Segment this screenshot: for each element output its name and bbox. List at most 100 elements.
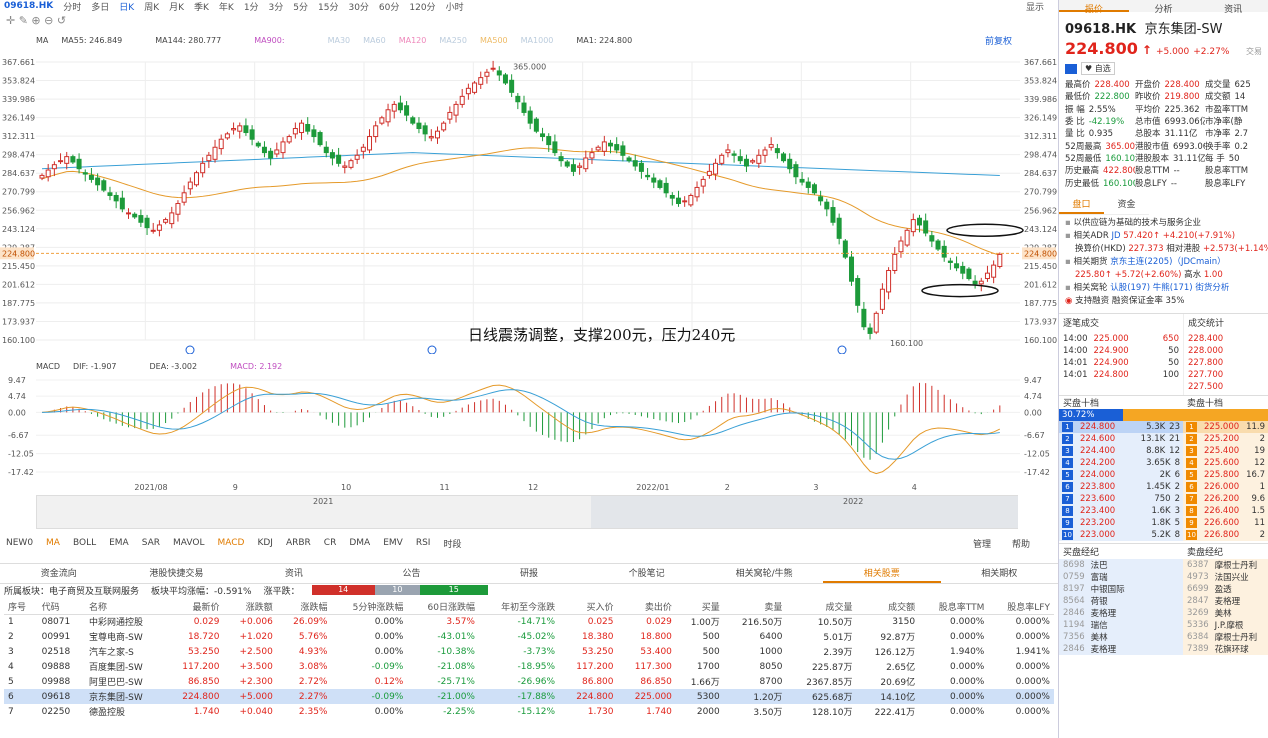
broker-row[interactable]: 7389 花旗环球 [1183, 643, 1268, 655]
col-header-15[interactable]: 股息率TTM [919, 600, 989, 615]
period-2[interactable]: 日K [119, 3, 134, 13]
ask-row[interactable]: 6 226.000 1 [1183, 481, 1268, 493]
bottom-tab-7[interactable]: 相关股票 [822, 564, 941, 583]
sell-broker-list[interactable]: 6387 摩根士丹利 4973 法国兴业 6699 盈透 2847 麦格理 3269 美林 5336… [1183, 558, 1268, 655]
indicator-8[interactable]: ARBR [286, 538, 311, 548]
indicator-10[interactable]: DMA [349, 538, 370, 548]
crosshair-tool-icon[interactable]: ✛ ✎ ⊕ ⊖ ↺ [6, 14, 66, 27]
quote-tab-0[interactable]: 报价 [1059, 0, 1129, 15]
col-header-3[interactable]: 最新价 [165, 600, 224, 615]
watchlist-button[interactable]: ♥ 自选 [1081, 62, 1115, 75]
bottom-tab-5[interactable]: 个股笔记 [588, 564, 706, 583]
ask-row[interactable]: 8 226.400 1.5 [1183, 505, 1268, 517]
sector-label[interactable]: 所属板块：电子商贸及互联网服务 [4, 584, 139, 597]
trade-button[interactable]: 交易 [1246, 46, 1262, 57]
col-header-2[interactable]: 名称 [84, 600, 166, 615]
bid-row[interactable]: 10 223.000 5.2K 8 [1059, 529, 1183, 541]
bid-row[interactable]: 4 224.200 3.65K 8 [1059, 457, 1183, 469]
indicator-12[interactable]: RSI [416, 538, 431, 548]
bottom-tab-0[interactable]: 资金流向 [0, 564, 118, 583]
table-row[interactable]: 1 08071 中彩网通控股 0.029 +0.006 26.09% 0.00% 3.57% -… [4, 614, 1054, 629]
broker-row[interactable]: 1194 瑞信 [1059, 619, 1183, 631]
indicator-tool-1[interactable]: 帮助 [1012, 537, 1030, 550]
macd-label[interactable]: MACD [36, 362, 60, 371]
broker-row[interactable]: 8564 荷银 [1059, 595, 1183, 607]
table-row[interactable]: 3 02518 汽车之家-S 53.250 +2.500 4.93% 0.00% -10.38… [4, 644, 1054, 659]
bottom-tab-2[interactable]: 资讯 [235, 564, 353, 583]
col-header-12[interactable]: 卖量 [723, 600, 787, 615]
bottom-tab-6[interactable]: 相关窝轮/牛熊 [705, 564, 823, 583]
broker-row[interactable]: 8197 中银国际 [1059, 583, 1183, 595]
macd-chart[interactable]: 9.47 9.47 4.74 4.74 0.00 0.00 -6.67 -6.67 -12.05… [0, 372, 1058, 482]
adr-code[interactable]: JD [1111, 231, 1120, 241]
broker-row[interactable]: 4973 法国兴业 [1183, 571, 1268, 583]
broker-row[interactable]: 0759 富瑞 [1059, 571, 1183, 583]
indicator-5[interactable]: MAVOL [173, 538, 204, 548]
broker-row[interactable]: 7356 美林 [1059, 631, 1183, 643]
cbbc-link[interactable]: 牛熊(171) [1153, 283, 1193, 293]
indicator-2[interactable]: BOLL [73, 538, 96, 548]
period-1[interactable]: 多日 [91, 3, 109, 13]
ask-row[interactable]: 3 225.400 19 [1183, 445, 1268, 457]
period-13[interactable]: 120分 [409, 3, 435, 13]
tick-list[interactable]: 14:00 225.000 650 14:00 224.900 50 14:01 224.90… [1063, 333, 1179, 381]
period-7[interactable]: 1分 [244, 3, 259, 13]
period-10[interactable]: 15分 [318, 3, 338, 13]
indicator-11[interactable]: EMV [383, 538, 403, 548]
ask-row[interactable]: 5 225.800 16.7 [1183, 469, 1268, 481]
buy-broker-list[interactable]: 8698 法巴 0759 富瑞 8197 中银国际 8564 荷银 2846 麦格理 1194 瑞信 7… [1059, 558, 1183, 655]
quote-tab-1[interactable]: 分析 [1129, 0, 1199, 15]
period-3[interactable]: 周K [144, 3, 159, 13]
broker-row[interactable]: 6387 摩根士丹利 [1183, 559, 1268, 571]
broker-row[interactable]: 2846 麦格理 [1059, 607, 1183, 619]
period-0[interactable]: 分时 [63, 3, 81, 13]
bid-row[interactable]: 3 224.400 8.8K 12 [1059, 445, 1183, 457]
broker-row[interactable]: 3269 美林 [1183, 607, 1268, 619]
period-9[interactable]: 5分 [293, 3, 308, 13]
bid-row[interactable]: 9 223.200 1.8K 5 [1059, 517, 1183, 529]
col-header-7[interactable]: 60日涨跌幅 [407, 600, 479, 615]
period-4[interactable]: 月K [169, 3, 184, 13]
col-header-6[interactable]: 5分钟涨跌幅 [331, 600, 408, 615]
indicator-4[interactable]: SAR [142, 538, 160, 548]
col-header-1[interactable]: 代码 [37, 600, 85, 615]
col-header-0[interactable]: 序号 [4, 600, 38, 615]
indicator-9[interactable]: CR [324, 538, 337, 548]
ask-row[interactable]: 10 226.800 2 [1183, 529, 1268, 541]
ask-row[interactable]: 1 225.000 11.9 [1183, 420, 1268, 433]
period-8[interactable]: 3分 [269, 3, 284, 13]
col-header-5[interactable]: 涨跌幅 [276, 600, 332, 615]
indicator-3[interactable]: EMA [109, 538, 129, 548]
bid-row[interactable]: 5 224.000 2K 6 [1059, 469, 1183, 481]
bid-row[interactable]: 7 223.600 750 2 [1059, 493, 1183, 505]
period-6[interactable]: 年K [219, 3, 234, 13]
ask-row[interactable]: 9 226.600 11 [1183, 517, 1268, 529]
broker-row[interactable]: 6384 摩根士丹利 [1183, 631, 1268, 643]
col-header-9[interactable]: 买入价 [559, 600, 618, 615]
bid-row[interactable]: 6 223.800 1.45K 2 [1059, 481, 1183, 493]
col-header-10[interactable]: 卖出价 [617, 600, 676, 615]
col-header-16[interactable]: 股息率LFY [988, 600, 1054, 615]
bid-row[interactable]: 8 223.400 1.6K 3 [1059, 505, 1183, 517]
col-header-11[interactable]: 买量 [675, 600, 724, 615]
call-warrants-link[interactable]: 认股(197) [1110, 283, 1150, 293]
ask-row[interactable]: 4 225.600 12 [1183, 457, 1268, 469]
table-row[interactable]: 5 09988 阿里巴巴-SW 86.850 +2.300 2.72% 0.12% -25.7… [4, 674, 1054, 689]
broker-row[interactable]: 2847 麦格理 [1183, 595, 1268, 607]
ask-list[interactable]: 1 225.000 11.9 2 225.200 2 3 225.400 19 4 225.600 1… [1183, 420, 1268, 541]
col-header-14[interactable]: 成交额 [856, 600, 920, 615]
overview-window[interactable] [591, 496, 1018, 528]
quote-subtab-0[interactable]: 盘口 [1059, 195, 1104, 214]
indicator-6[interactable]: MACD [217, 538, 244, 548]
candlestick-chart[interactable]: 367.661 367.661 353.824 353.824 339.986 339.9… [0, 44, 1058, 354]
col-header-13[interactable]: 成交量 [786, 600, 857, 615]
table-row[interactable]: 6 09618 京东集团-SW 224.800 +5.000 2.27% -0.09% -21… [4, 689, 1054, 704]
overview-navigator[interactable]: 2021 2022 [36, 495, 1018, 529]
period-11[interactable]: 30分 [348, 3, 368, 13]
quote-subtab-1[interactable]: 资金 [1104, 195, 1149, 214]
period-14[interactable]: 小时 [446, 3, 464, 13]
futures-name[interactable]: 京东主连(2205)（JDCmain） [1110, 257, 1226, 267]
bottom-tab-1[interactable]: 港股快捷交易 [118, 564, 236, 583]
period-12[interactable]: 60分 [379, 3, 399, 13]
table-row[interactable]: 4 09888 百度集团-SW 117.200 +3.500 3.08% -0.09% -21… [4, 659, 1054, 674]
